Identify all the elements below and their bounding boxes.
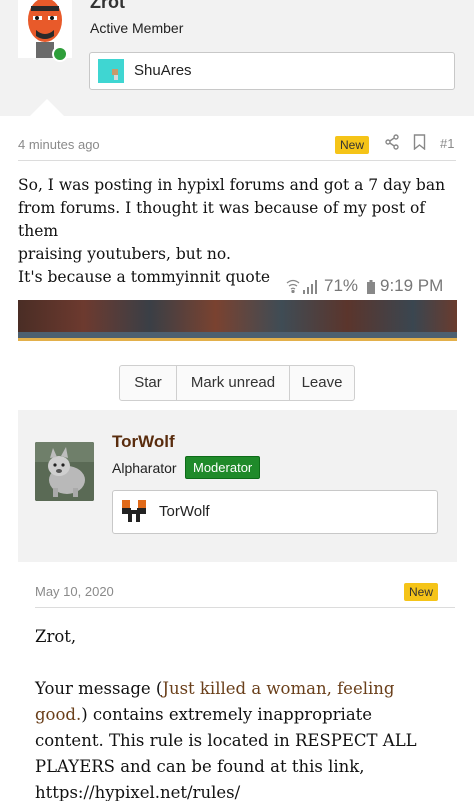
signature-avatar-icon	[98, 59, 124, 83]
post-author-name[interactable]: Zrot	[90, 0, 125, 13]
bookmark-icon[interactable]	[413, 134, 426, 151]
share-icon[interactable]	[384, 134, 400, 150]
embedded-screenshot: Star Mark unread Leave TorWolf Alpharato…	[18, 300, 457, 801]
online-status-icon	[52, 46, 68, 62]
signature-name: TorWolf	[159, 503, 210, 520]
thread-action-buttons: Star Mark unread Leave	[119, 365, 355, 401]
wifi-icon	[286, 278, 300, 294]
signature-avatar-icon	[120, 498, 148, 524]
moderator-avatar[interactable]	[35, 442, 94, 501]
divider	[35, 607, 455, 608]
message-greeting: Zrot,	[35, 627, 77, 646]
post-body-line: praising youtubers, but no.	[18, 245, 231, 263]
new-badge: New	[404, 583, 439, 601]
post-body-line: So, I was posting in hypixl forums and g…	[18, 176, 446, 194]
moderator-message: Zrot, Your message (Just killed a woman,…	[35, 624, 445, 801]
battery-icon	[367, 279, 375, 294]
post-body-line: from forums. I thought it was because of…	[18, 199, 426, 240]
message-text: ) contains extremely inappropriate conte…	[35, 705, 417, 776]
rules-url[interactable]: https://hypixel.net/rules/	[35, 780, 445, 801]
post-timestamp[interactable]: 4 minutes ago	[18, 137, 100, 152]
status-clock: 9:19 PM	[380, 276, 444, 295]
moderator-name[interactable]: TorWolf	[112, 432, 175, 452]
post-pointer	[30, 99, 64, 116]
signal-icon	[302, 279, 318, 294]
moderator-title: Alpharator	[112, 460, 177, 476]
post-date[interactable]: May 10, 2020	[35, 584, 114, 599]
moderator-post-header: TorWolf Alpharator Moderator TorWolf	[18, 410, 457, 672]
new-badge: New	[335, 136, 370, 154]
post-body: So, I was posting in hypixl forums and g…	[18, 174, 463, 289]
message-text: Your message (	[35, 679, 163, 698]
moderator-badge: Moderator	[185, 456, 261, 479]
star-button[interactable]: Star	[120, 366, 176, 400]
signature-box[interactable]: TorWolf	[112, 490, 438, 534]
post-number-link[interactable]: #1	[440, 136, 454, 151]
post-author-role: Active Member	[90, 20, 184, 36]
mark-unread-button[interactable]: Mark unread	[177, 366, 289, 400]
phone-status-bar: 71% 9:19 PM	[280, 276, 470, 298]
signature-box[interactable]: ShuAres	[89, 52, 455, 90]
post-author-header: Zrot Active Member ShuAres	[0, 0, 474, 116]
signature-name: ShuAres	[134, 62, 192, 79]
battery-percent: 71%	[324, 276, 359, 295]
banner-accent-line	[18, 338, 457, 341]
divider	[18, 160, 456, 161]
leave-button[interactable]: Leave	[290, 366, 354, 400]
message-paragraph: Your message (Just killed a woman, feeli…	[35, 676, 445, 780]
